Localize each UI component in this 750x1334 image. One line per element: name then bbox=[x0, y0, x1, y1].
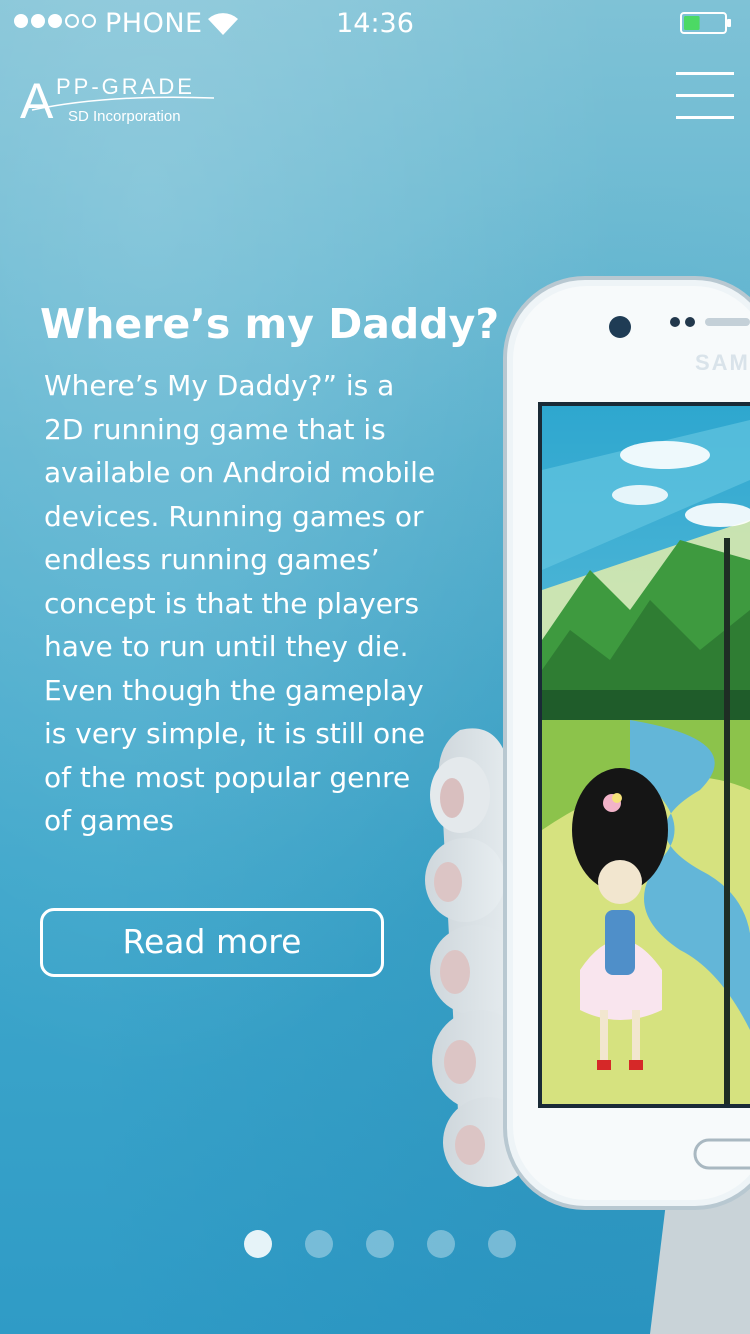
pagination-dot-1[interactable] bbox=[244, 1230, 272, 1258]
status-bar: PHONE 14:36 bbox=[0, 0, 750, 48]
slide-description: Where’s My Daddy?” is a 2D running game … bbox=[44, 369, 436, 837]
hamburger-menu-button[interactable] bbox=[676, 72, 736, 124]
logo-mark: A bbox=[20, 73, 54, 128]
slide-title: Where’s my Daddy? bbox=[40, 300, 500, 348]
battery-icon bbox=[680, 12, 731, 34]
pagination-dot-4[interactable] bbox=[427, 1230, 455, 1258]
read-more-button[interactable]: Read more bbox=[40, 908, 384, 977]
logo-subtitle: SD Incorporation bbox=[68, 108, 181, 125]
pagination-dot-5[interactable] bbox=[488, 1230, 516, 1258]
phone-brand: SAMSUNG bbox=[695, 350, 750, 375]
carousel-pagination bbox=[244, 1230, 516, 1258]
pagination-dot-2[interactable] bbox=[305, 1230, 333, 1258]
logo-name: PP-GRADE bbox=[56, 74, 195, 99]
app-grade-logo: A PP-GRADE SD Incorporation bbox=[20, 73, 215, 128]
menu-bar bbox=[676, 116, 734, 119]
battery-level-fill bbox=[684, 16, 700, 30]
pagination-dot-3[interactable] bbox=[366, 1230, 394, 1258]
menu-bar bbox=[676, 72, 734, 75]
status-time: 14:36 bbox=[336, 8, 414, 39]
phone-game-illustration: SAMSUNG bbox=[425, 276, 750, 1334]
menu-bar bbox=[676, 94, 734, 97]
